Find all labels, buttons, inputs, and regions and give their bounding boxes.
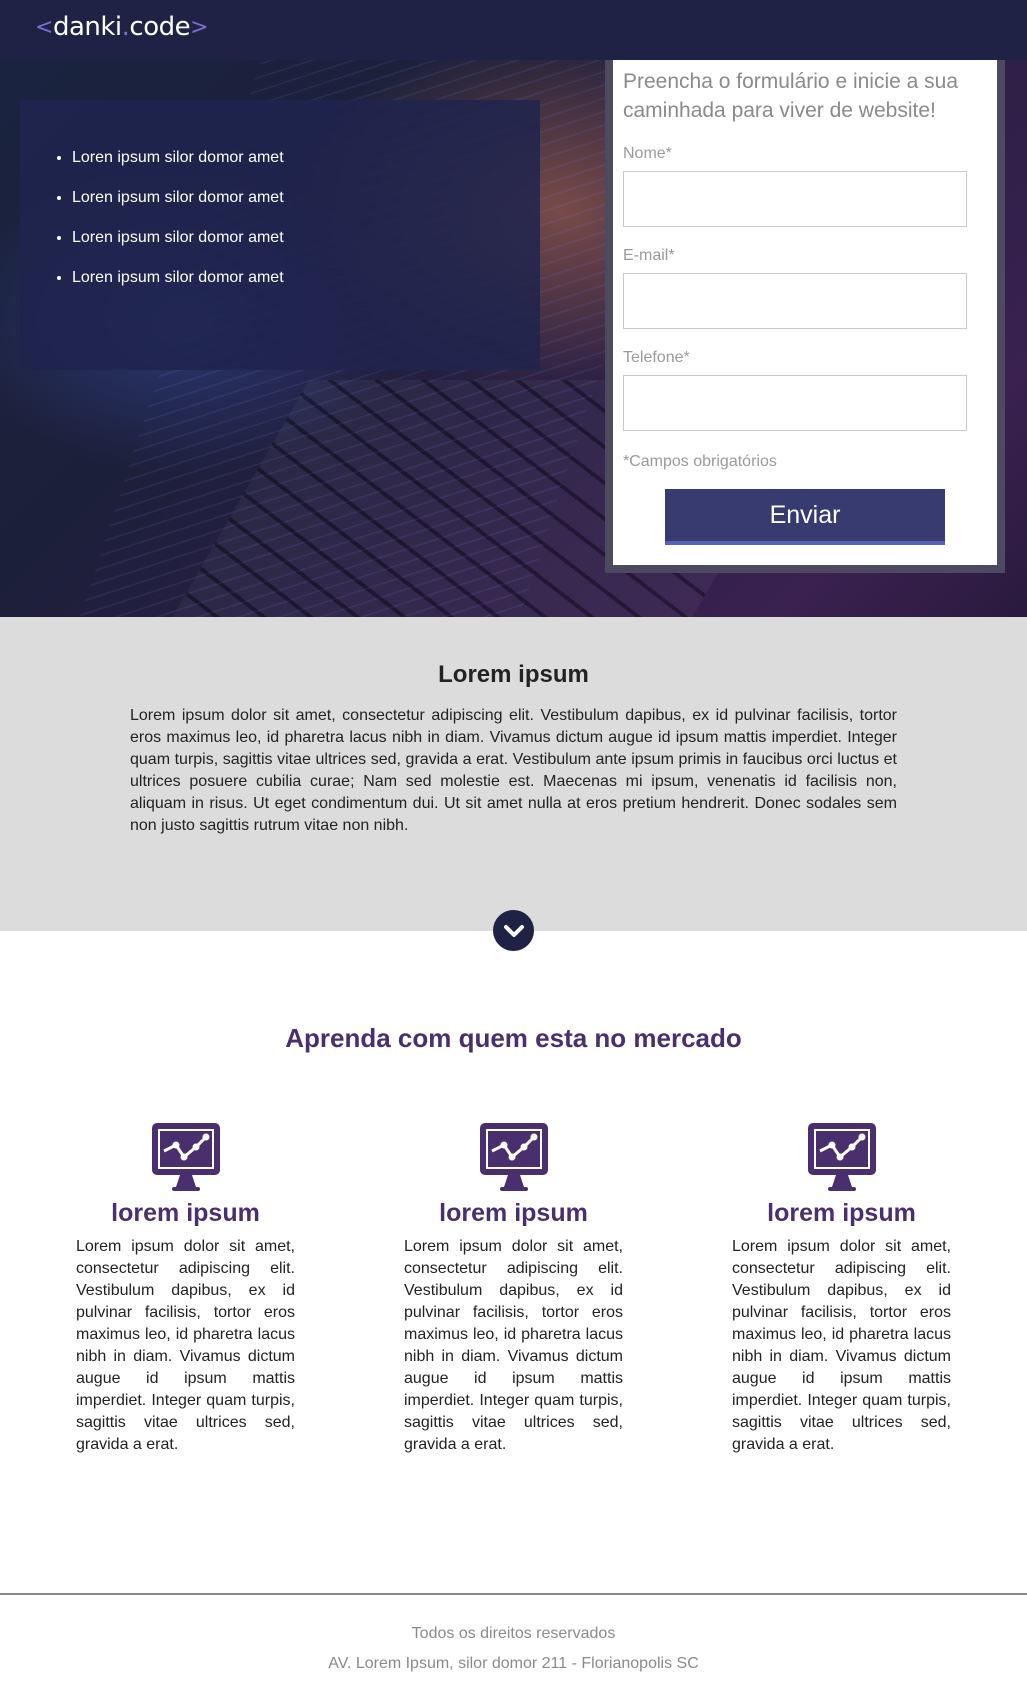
logo-text-danki: danki — [52, 12, 122, 42]
about-text: Lorem ipsum dolor sit amet, consectetur … — [130, 707, 897, 834]
market-section: Aprenda com quem esta no mercado lorem i… — [0, 931, 1027, 1593]
hero-section: Loren ipsum silor domor amet Loren ipsum… — [0, 0, 1027, 617]
phone-label: Telefone* — [623, 349, 690, 366]
card-text: Lorem ipsum dolor sit amet, consectetur … — [76, 1238, 295, 1453]
monitor-chart-icon — [807, 1123, 876, 1191]
name-input[interactable] — [623, 171, 967, 227]
feature-card: lorem ipsum Lorem ipsum dolor sit amet, … — [404, 1121, 623, 1456]
chevron-down-icon — [503, 924, 524, 937]
card-title: lorem ipsum — [111, 1199, 260, 1227]
card-text: Lorem ipsum dolor sit amet, consectetur … — [404, 1238, 623, 1453]
feature-item: Loren ipsum silor domor amet — [72, 146, 540, 169]
logo[interactable]: < danki . code > — [35, 12, 209, 42]
logo-dot: . — [121, 12, 130, 42]
form-title: Preencha o formulário e inicie a sua cam… — [623, 70, 959, 122]
features-box: Loren ipsum silor domor amet Loren ipsum… — [20, 100, 540, 370]
submit-button[interactable]: Enviar — [665, 489, 945, 545]
card-text: Lorem ipsum dolor sit amet, consectetur … — [732, 1238, 951, 1453]
footer-rights: Todos os direitos reservados — [411, 1625, 616, 1642]
name-label: Nome* — [623, 145, 672, 162]
footer-address: AV. Lorem Ipsum, silor domor 211 - Flori… — [328, 1655, 699, 1672]
feature-card: lorem ipsum Lorem ipsum dolor sit amet, … — [732, 1121, 951, 1456]
card-title: lorem ipsum — [767, 1199, 916, 1227]
monitor-chart-icon — [479, 1123, 548, 1191]
email-input[interactable] — [623, 273, 967, 329]
logo-bracket-open: < — [35, 14, 53, 40]
logo-bracket-close: > — [190, 14, 209, 40]
features-list: Loren ipsum silor domor amet Loren ipsum… — [72, 146, 540, 289]
signup-form-frame: Preencha o formulário e inicie a sua cam… — [605, 45, 1005, 573]
required-fields-note: *Campos obrigatórios — [623, 453, 777, 470]
about-section: Lorem ipsum Lorem ipsum dolor sit amet, … — [0, 617, 1027, 951]
feature-item: Loren ipsum silor domor amet — [72, 186, 540, 209]
phone-input[interactable] — [623, 375, 967, 431]
site-header: < danki . code > — [0, 0, 1027, 60]
signup-form: Preencha o formulário e inicie a sua cam… — [613, 53, 997, 565]
monitor-chart-icon — [151, 1123, 220, 1191]
site-footer: Todos os direitos reservados AV. Lorem I… — [0, 1593, 1027, 1695]
feature-item: Loren ipsum silor domor amet — [72, 226, 540, 249]
feature-card: lorem ipsum Lorem ipsum dolor sit amet, … — [76, 1121, 295, 1456]
scroll-down-button[interactable] — [493, 910, 534, 951]
logo-text-code: code — [129, 12, 191, 42]
card-title: lorem ipsum — [439, 1199, 588, 1227]
feature-item: Loren ipsum silor domor amet — [72, 266, 540, 289]
email-label: E-mail* — [623, 247, 675, 264]
about-title: Lorem ipsum — [438, 661, 589, 688]
